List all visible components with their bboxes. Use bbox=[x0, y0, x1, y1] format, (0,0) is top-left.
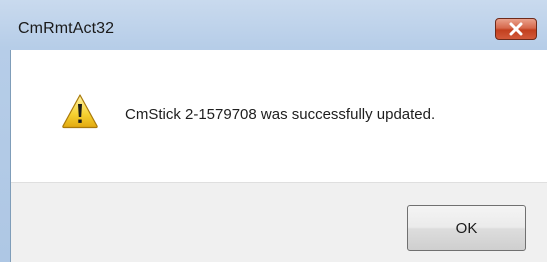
close-button[interactable] bbox=[495, 18, 537, 40]
message-text: CmStick 2-1579708 was successfully updat… bbox=[125, 106, 436, 123]
window-title: CmRmtAct32 bbox=[18, 20, 115, 37]
warning-icon bbox=[62, 94, 98, 129]
close-icon bbox=[509, 22, 523, 36]
dialog-window: CmRmtAct32 CmStick 2-1579708 was success… bbox=[0, 0, 547, 262]
ok-button[interactable]: OK bbox=[407, 205, 526, 251]
dialog-body: CmStick 2-1579708 was successfully updat… bbox=[10, 50, 547, 262]
button-bar: OK bbox=[11, 182, 547, 262]
message-area: CmStick 2-1579708 was successfully updat… bbox=[11, 50, 547, 182]
